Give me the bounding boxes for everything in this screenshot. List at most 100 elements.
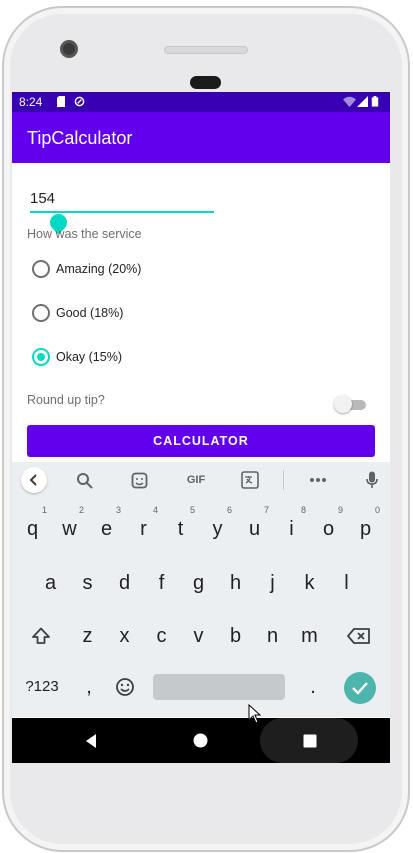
key-p[interactable]: p0 [347, 505, 384, 552]
key-y[interactable]: y6 [199, 505, 236, 552]
key-e[interactable]: e3 [88, 505, 125, 552]
key-i[interactable]: i8 [273, 505, 310, 552]
key-v[interactable]: v [180, 613, 217, 659]
switch-thumb [334, 395, 352, 413]
key-hint: 8 [300, 505, 306, 515]
collapse-toolbar-button[interactable] [21, 467, 47, 493]
key-q[interactable]: q1 [14, 505, 51, 552]
radio-label: Good (18%) [56, 306, 124, 320]
key-o[interactable]: o9 [310, 505, 347, 552]
key-k[interactable]: k [291, 560, 328, 606]
symbols-key[interactable]: ?123 [20, 664, 64, 710]
app-title: TipCalculator [27, 128, 133, 148]
sd-card-icon [57, 96, 65, 107]
amount-input[interactable]: 154 [30, 190, 55, 207]
service-question-label: How was the service [27, 227, 142, 241]
app-bar: TipCalculator [12, 112, 390, 163]
keyboard-row-3: z x c v b n m [12, 613, 390, 659]
translate-icon[interactable] [238, 470, 262, 490]
key-s[interactable]: s [69, 560, 106, 606]
keyboard-row-1: q1 w2 e3 r4 t5 y6 u7 i8 o9 p0 [12, 505, 390, 552]
earpiece-speaker [164, 46, 248, 54]
front-camera [60, 40, 78, 58]
back-nav-icon[interactable] [84, 733, 98, 749]
calculate-button[interactable]: CALCULATOR [27, 425, 375, 457]
key-label: w [62, 518, 77, 540]
more-options-icon[interactable] [306, 470, 330, 490]
mouse-pointer-icon [248, 704, 262, 724]
key-f[interactable]: f [143, 560, 180, 606]
key-u[interactable]: u7 [236, 505, 273, 552]
key-hint: 6 [226, 505, 232, 515]
radio-okay[interactable]: Okay (15%) [32, 346, 122, 368]
search-icon[interactable] [72, 470, 96, 490]
key-w[interactable]: w2 [51, 505, 88, 552]
home-nav-icon[interactable] [193, 733, 208, 748]
radio-label: Amazing (20%) [56, 262, 142, 276]
key-j[interactable]: j [254, 560, 291, 606]
key-hint: 7 [263, 505, 269, 515]
chevron-left-icon [29, 474, 37, 486]
key-label: y [212, 518, 223, 540]
space-bar[interactable] [153, 674, 285, 700]
key-label: t [177, 518, 184, 540]
round-up-switch[interactable] [334, 395, 366, 413]
radio-label: Okay (15%) [56, 350, 122, 364]
enter-key[interactable] [344, 672, 376, 704]
key-m[interactable]: m [291, 613, 328, 659]
key-label: p [359, 518, 372, 540]
sticker-icon[interactable] [127, 470, 151, 490]
key-c[interactable]: c [143, 613, 180, 659]
key-label: u [248, 518, 261, 540]
emulator-frame: 8:24 TipCalculator 154 How was the servi… [0, 0, 413, 853]
status-bar: 8:24 [12, 92, 390, 112]
radio-amazing[interactable]: Amazing (20%) [32, 258, 141, 280]
key-t[interactable]: t5 [162, 505, 199, 552]
phone-screen: 8:24 TipCalculator 154 How was the servi… [12, 92, 390, 763]
key-label: i [289, 518, 294, 540]
key-h[interactable]: h [217, 560, 254, 606]
key-n[interactable]: n [254, 613, 291, 659]
toolbar-separator [283, 470, 284, 490]
key-hint: 9 [337, 505, 343, 515]
key-b[interactable]: b [217, 613, 254, 659]
shift-icon[interactable] [26, 625, 56, 647]
radio-good[interactable]: Good (18%) [32, 302, 123, 324]
status-time: 8:24 [19, 95, 43, 109]
key-a[interactable]: a [32, 560, 69, 606]
radio-circle [32, 304, 50, 322]
key-label: r [140, 518, 147, 540]
key-hint: 5 [189, 505, 195, 515]
keyboard-toolbar: GIF [12, 462, 390, 498]
microphone-icon[interactable] [360, 470, 384, 490]
key-x[interactable]: x [106, 613, 143, 659]
recents-nav-icon[interactable] [303, 734, 317, 748]
key-d[interactable]: d [106, 560, 143, 606]
backspace-icon[interactable] [344, 625, 374, 647]
key-hint: 0 [374, 505, 380, 515]
battery-icon [371, 96, 379, 107]
key-z[interactable]: z [69, 613, 106, 659]
emoji-icon[interactable] [112, 674, 138, 700]
key-g[interactable]: g [180, 560, 217, 606]
radio-circle-selected [32, 348, 50, 366]
key-l[interactable]: l [328, 560, 365, 606]
key-r[interactable]: r4 [125, 505, 162, 552]
proximity-sensor [190, 76, 221, 89]
soft-keyboard: GIF q1 w2 e3 r4 t5 y6 u7 i 8 o 9 p 0 a s… [12, 462, 390, 717]
keyboard-row-2: a s d f g h j k l [12, 560, 390, 606]
radio-circle [32, 260, 50, 278]
key-hint: 4 [152, 505, 158, 515]
wifi-icon [343, 96, 356, 107]
key-hint: 1 [41, 505, 47, 515]
key-label: q [26, 518, 39, 540]
key-hint: 2 [78, 505, 84, 515]
checkmark-icon [352, 682, 368, 695]
round-up-label: Round up tip? [27, 393, 105, 407]
key-label: o [322, 518, 335, 540]
key-period[interactable]: . [296, 664, 330, 710]
key-label: e [100, 518, 113, 540]
key-comma[interactable]: , [72, 664, 106, 710]
key-hint: 3 [115, 505, 121, 515]
gif-button[interactable]: GIF [182, 470, 210, 490]
